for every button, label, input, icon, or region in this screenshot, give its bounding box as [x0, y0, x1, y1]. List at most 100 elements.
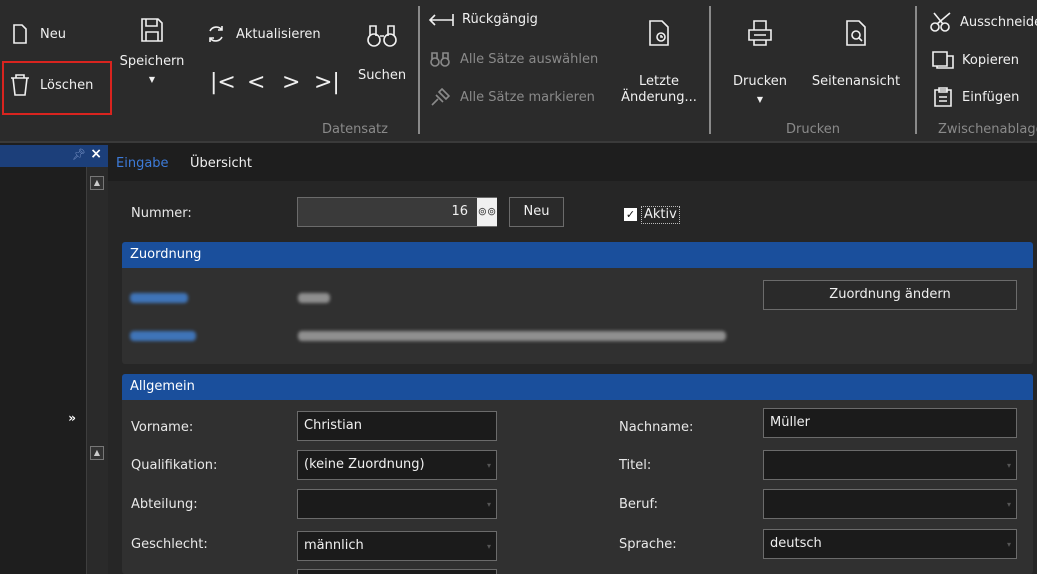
last-change-button[interactable]: Letzte Änderung...: [618, 20, 700, 106]
blurred-value: [298, 331, 726, 341]
print-button[interactable]: Drucken ▼: [728, 20, 792, 108]
document-magnifier-icon: [846, 20, 866, 46]
panel-scrollbar[interactable]: ▲ ▲: [86, 167, 106, 574]
geschlecht-combo[interactable]: männlich ▾: [297, 531, 497, 561]
record-list[interactable]: [0, 167, 86, 417]
delete-button[interactable]: Löschen: [10, 74, 93, 96]
aktiv-label[interactable]: Aktiv: [641, 206, 680, 224]
binoculars-icon: [367, 25, 397, 47]
delete-label: Löschen: [40, 77, 94, 93]
qualifikation-value: (keine Zuordnung): [304, 457, 425, 472]
refresh-icon: [209, 26, 223, 42]
zuordnung-aendern-button[interactable]: Zuordnung ändern: [763, 280, 1017, 310]
floppy-icon: [141, 18, 163, 42]
copy-button[interactable]: Kopieren: [932, 51, 1019, 69]
last-change-label-line2: Änderung...: [621, 90, 697, 105]
refresh-button[interactable]: Aktualisieren: [206, 24, 321, 44]
refresh-label: Aktualisieren: [236, 26, 321, 42]
abteilung-combo[interactable]: ▾: [297, 489, 497, 519]
tab-bar: Eingabe Übersicht: [108, 145, 1037, 181]
mark-all-label: Alle Sätze markieren: [460, 89, 595, 105]
close-icon[interactable]: ×: [90, 146, 102, 162]
chevron-down-icon: ▾: [1006, 540, 1011, 549]
abteilung-label: Abteilung:: [131, 497, 198, 512]
undo-label: Rückgängig: [462, 12, 538, 27]
group-label-zwischenablage: Zwischenablage: [938, 122, 1037, 137]
sprache-combo[interactable]: deutsch ▾: [763, 529, 1017, 559]
scroll-up-icon[interactable]: ▲: [90, 176, 104, 190]
last-record-button[interactable]: >|: [314, 70, 340, 95]
group-label-drucken: Drucken: [786, 122, 841, 137]
copy-icon: [932, 51, 954, 69]
previous-record-button[interactable]: <: [247, 70, 265, 95]
search-label: Suchen: [357, 68, 407, 83]
page-preview-label: Seitenansicht: [811, 74, 901, 89]
copy-label: Kopieren: [962, 52, 1019, 68]
blurred-label: [130, 331, 196, 341]
left-navigation-panel: 📌︎ × ▲ ▲ »: [0, 145, 108, 574]
main-content: Eingabe Übersicht Nummer: 16 ⊚⊚ Neu ✓ Ak…: [108, 145, 1037, 574]
collapse-chevron-icon[interactable]: »: [68, 411, 76, 425]
paste-button[interactable]: Einfügen: [934, 87, 1019, 107]
document-clock-icon: [649, 20, 669, 46]
pin-icon[interactable]: 📌︎: [72, 148, 86, 161]
select-all-button[interactable]: Alle Sätze auswählen: [430, 51, 598, 67]
vorname-field[interactable]: Christian: [297, 411, 497, 441]
nummer-value: 16: [451, 204, 468, 219]
sprache-label: Sprache:: [619, 537, 677, 552]
tab-eingabe[interactable]: Eingabe: [116, 156, 169, 171]
titel-combo[interactable]: ▾: [763, 450, 1017, 480]
printer-icon: [748, 20, 772, 46]
zuordnung-section-body: Zuordnung ändern: [122, 268, 1033, 364]
save-dropdown-icon: ▼: [148, 75, 156, 84]
chevron-down-icon: ▾: [486, 542, 491, 551]
chevron-down-icon: ▾: [486, 500, 491, 509]
aktiv-checkbox[interactable]: ✓: [624, 208, 637, 221]
mark-all-button[interactable]: Alle Sätze markieren: [430, 88, 595, 106]
select-all-binoculars-icon: [430, 52, 450, 67]
cut-label: Ausschneiden: [960, 14, 1037, 30]
clipboard-icon: [934, 87, 952, 107]
nummer-field[interactable]: 16: [297, 197, 497, 227]
geschlecht-value: männlich: [304, 538, 364, 553]
next-field-partial[interactable]: [297, 569, 497, 574]
pin-icon: [431, 88, 450, 106]
panel-section-header[interactable]: »: [0, 409, 86, 431]
sprache-value: deutsch: [770, 536, 822, 551]
beruf-label: Beruf:: [619, 497, 658, 512]
nachname-label: Nachname:: [619, 420, 694, 435]
undo-button[interactable]: Rückgängig: [428, 12, 538, 27]
new-document-icon: [13, 24, 27, 44]
nummer-label: Nummer:: [131, 206, 192, 221]
scroll-up-icon-lower[interactable]: ▲: [90, 446, 104, 460]
next-record-button[interactable]: >: [282, 70, 300, 95]
chevron-down-icon: ▾: [1006, 461, 1011, 470]
page-preview-button[interactable]: Seitenansicht: [806, 20, 906, 90]
select-all-label: Alle Sätze auswählen: [460, 51, 599, 67]
print-label: Drucken: [732, 74, 788, 89]
blurred-value: [298, 293, 330, 303]
ribbon-separator: [709, 6, 711, 134]
tab-uebersicht[interactable]: Übersicht: [190, 156, 252, 171]
neu-button[interactable]: Neu: [509, 197, 564, 227]
beruf-combo[interactable]: ▾: [763, 489, 1017, 519]
allgemein-section-header: Allgemein: [122, 374, 1033, 400]
chevron-down-icon: ▾: [486, 461, 491, 470]
search-button[interactable]: Suchen: [352, 22, 412, 84]
save-button[interactable]: Speichern ▼: [117, 18, 187, 88]
search-binoculars-icon[interactable]: ⊚⊚: [477, 198, 497, 226]
nachname-field[interactable]: Müller: [763, 408, 1017, 438]
blurred-label: [130, 293, 188, 303]
first-record-button[interactable]: |<: [210, 70, 236, 95]
cut-button[interactable]: Ausschneiden: [930, 12, 1037, 32]
record-list-lower[interactable]: [0, 431, 86, 574]
new-button[interactable]: Neu: [12, 24, 66, 44]
qualifikation-combo[interactable]: (keine Zuordnung) ▾: [297, 450, 497, 480]
new-label: Neu: [40, 26, 66, 42]
paste-label: Einfügen: [962, 89, 1020, 105]
ribbon-toolbar: Neu Löschen Speichern ▼ Aktualisieren |<…: [0, 0, 1037, 143]
print-dropdown-icon: ▼: [756, 95, 764, 104]
zuordnung-section-header: Zuordnung: [122, 242, 1033, 268]
trash-icon: [11, 74, 29, 96]
chevron-down-icon: ▾: [1006, 500, 1011, 509]
